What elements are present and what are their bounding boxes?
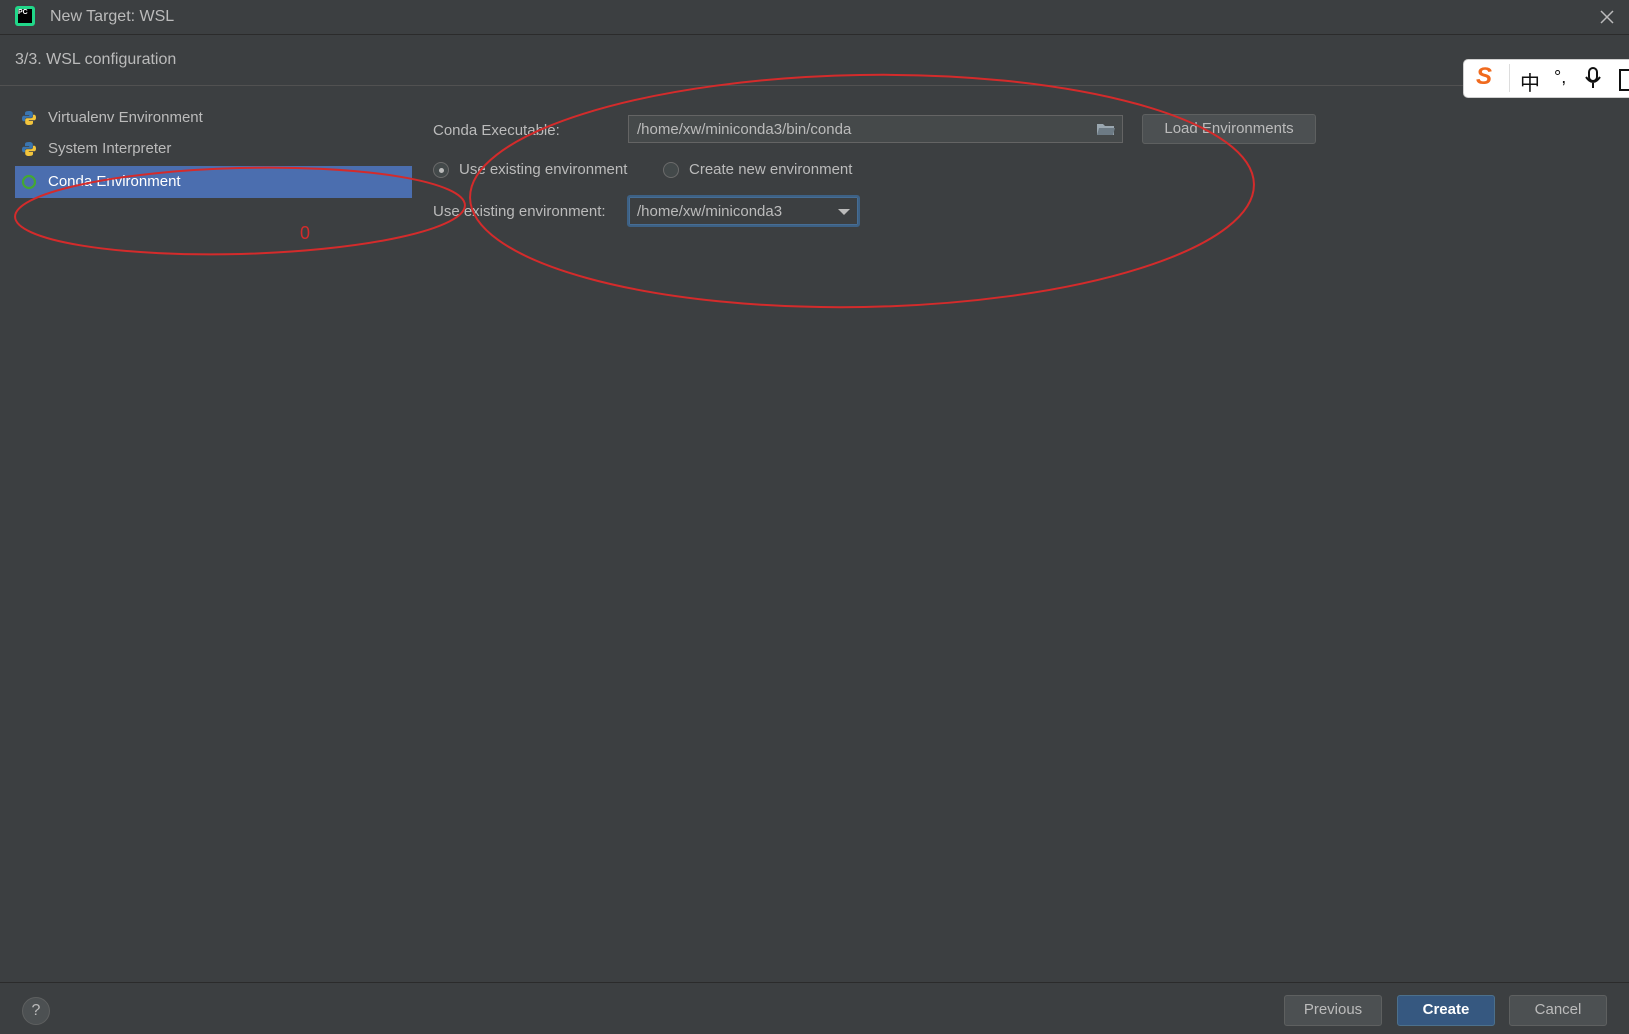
radio-create-new-label[interactable]: Create new environment (689, 161, 852, 178)
ime-logo-icon[interactable]: S (1476, 63, 1492, 91)
sidebar-item-conda[interactable]: Conda Environment (15, 166, 412, 198)
annotation-ellipse-form (469, 73, 1255, 309)
sidebar-item-label: Virtualenv Environment (48, 109, 203, 126)
ime-more-icon[interactable] (1619, 69, 1629, 91)
pycharm-logo-icon: PC (15, 6, 35, 26)
conda-executable-input[interactable]: /home/xw/miniconda3/bin/conda (628, 115, 1123, 143)
ime-divider (1509, 64, 1510, 92)
title-bar: PC New Target: WSL (0, 0, 1629, 35)
ime-punctuation-toggle[interactable]: °, (1554, 67, 1566, 88)
existing-environment-value: /home/xw/miniconda3 (637, 203, 783, 220)
previous-button[interactable]: Previous (1284, 995, 1382, 1026)
sidebar-item-system-interpreter[interactable]: System Interpreter (15, 133, 412, 165)
conda-executable-value: /home/xw/miniconda3/bin/conda (637, 121, 852, 138)
window-title: New Target: WSL (50, 8, 175, 25)
ime-toolbar[interactable]: S 中 °, (1463, 59, 1629, 98)
step-title: 3/3. WSL configuration (15, 51, 177, 68)
annotation-mark: 0 (300, 223, 310, 243)
ime-microphone-icon[interactable] (1584, 66, 1602, 96)
existing-environment-dropdown[interactable]: /home/xw/miniconda3 (627, 195, 860, 227)
folder-icon[interactable] (1096, 121, 1116, 137)
dialog-footer: ? Previous Create Cancel (0, 982, 1629, 1034)
step-header: 3/3. WSL configuration (0, 35, 1629, 86)
python-icon (22, 142, 36, 156)
radio-create-new[interactable] (663, 162, 679, 178)
sidebar-item-label: System Interpreter (48, 140, 172, 157)
cancel-button[interactable]: Cancel (1509, 995, 1607, 1026)
sidebar-item-label: Conda Environment (48, 173, 181, 190)
load-environments-button[interactable]: Load Environments (1142, 114, 1316, 144)
python-icon (22, 111, 36, 125)
logo-text: PC (18, 9, 32, 23)
close-button[interactable] (1596, 6, 1618, 28)
conda-executable-label: Conda Executable: (433, 122, 560, 139)
sidebar-item-virtualenv[interactable]: Virtualenv Environment (15, 102, 412, 134)
close-icon (1600, 10, 1614, 24)
create-button[interactable]: Create (1397, 995, 1495, 1026)
radio-use-existing-label[interactable]: Use existing environment (459, 161, 627, 178)
existing-environment-label: Use existing environment: (433, 203, 606, 220)
conda-icon (21, 174, 37, 190)
chevron-down-icon (838, 209, 850, 215)
help-button[interactable]: ? (22, 997, 50, 1025)
radio-use-existing[interactable] (433, 162, 449, 178)
ime-language-toggle[interactable]: 中 (1520, 67, 1540, 96)
